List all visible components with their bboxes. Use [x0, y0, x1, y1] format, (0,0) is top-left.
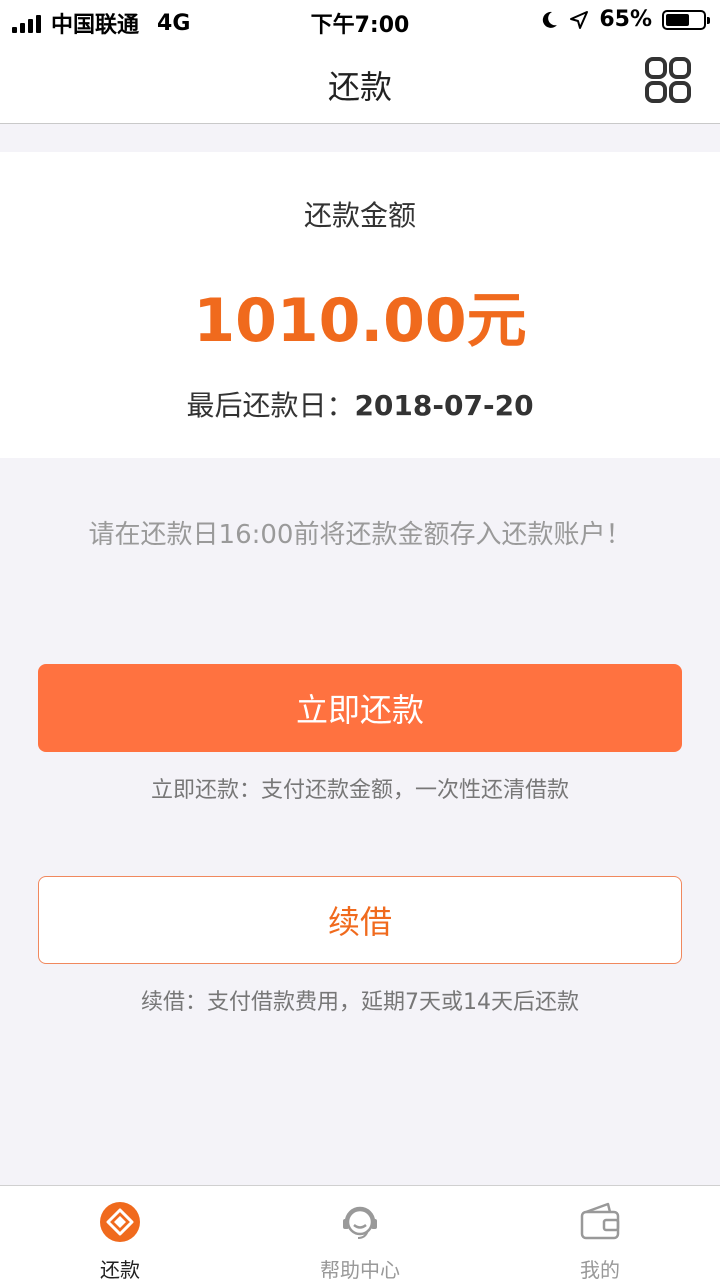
wallet-icon	[580, 1202, 620, 1240]
tab-mine[interactable]: 我的	[480, 1186, 720, 1280]
tab-help-center[interactable]: 帮助中心	[240, 1186, 480, 1280]
due-date-value: 2018-07-20	[354, 389, 534, 422]
battery-percent: 65%	[599, 7, 652, 32]
repay-now-hint: 立即还款：支付还款金额，一次性还清借款	[150, 778, 569, 803]
grid-menu-icon[interactable]	[644, 56, 692, 104]
amount-card: 还款金额 1010.00元 最后还款日：2018-07-20	[0, 152, 720, 458]
tab-bar: 还款 帮助中心 我的	[0, 1185, 720, 1280]
tab-mine-label: 我的	[580, 1258, 620, 1280]
location-arrow-icon	[570, 10, 589, 29]
due-date-row: 最后还款日：2018-07-20	[0, 384, 720, 424]
renew-loan-hint: 续借：支付借款费用，延期7天或14天后还款	[141, 990, 579, 1015]
moon-icon	[543, 11, 558, 28]
amount-label: 还款金额	[303, 199, 416, 232]
due-date-label: 最后还款日：	[186, 389, 355, 422]
deposit-notice: 请在还款日16:00前将还款金额存入还款账户！	[88, 520, 632, 550]
page-title: 还款	[327, 68, 392, 106]
battery-fill	[666, 13, 690, 26]
amount-value: 1010.00元	[193, 286, 527, 356]
nav-bar: 还款	[0, 40, 720, 124]
repayment-screen: 中国联通 4G 下午7:00 65% 还款 还款金额 1010.00元 最后还款…	[0, 0, 720, 1280]
tab-help-center-label: 帮助中心	[320, 1258, 400, 1280]
headset-icon	[343, 1206, 377, 1239]
battery-icon	[662, 9, 710, 30]
repay-icon	[100, 1202, 140, 1242]
tab-repay[interactable]: 还款	[0, 1186, 240, 1280]
renew-loan-button[interactable]: 续借	[38, 876, 682, 964]
tab-repay-label: 还款	[100, 1258, 140, 1280]
status-bar: 中国联通 4G 下午7:00 65%	[0, 0, 720, 40]
repay-now-button[interactable]: 立即还款	[38, 664, 682, 752]
status-right: 65%	[539, 7, 710, 32]
